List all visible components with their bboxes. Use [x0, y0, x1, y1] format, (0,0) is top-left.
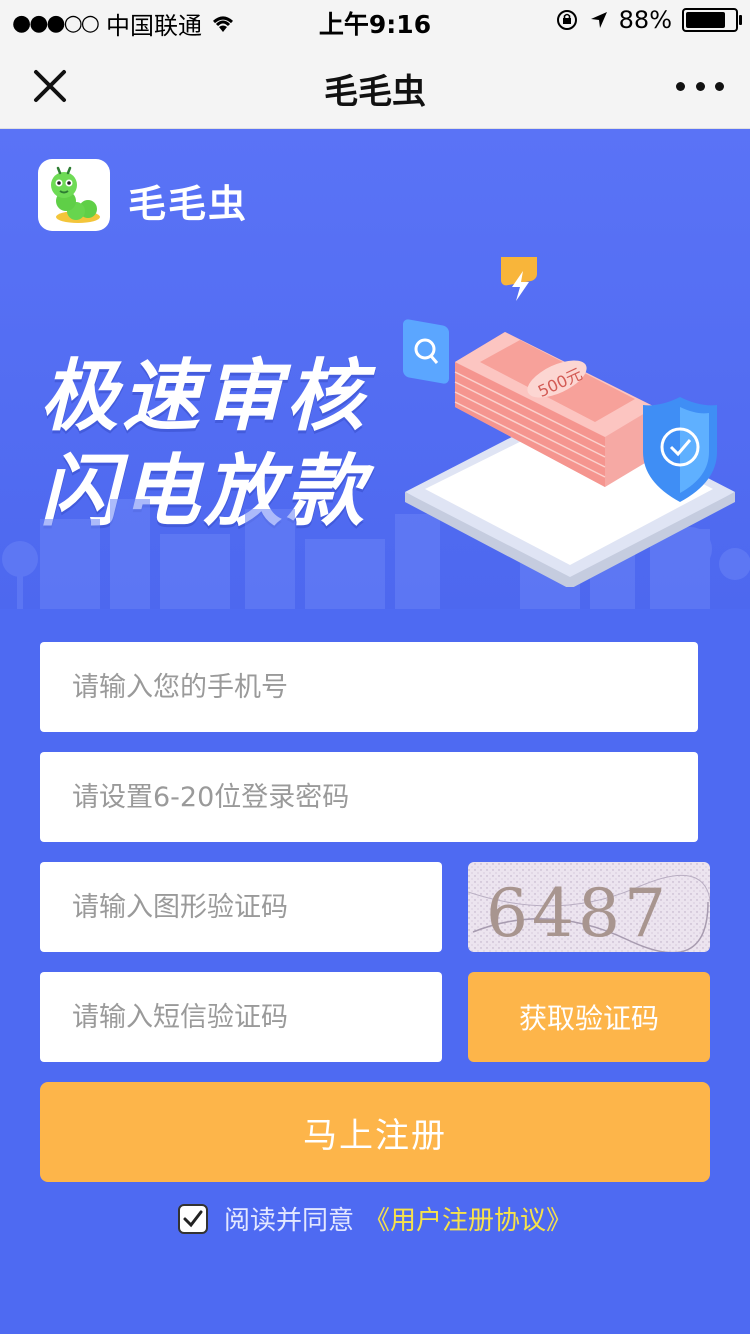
phone-field[interactable]	[40, 642, 698, 732]
captcha-code: 6487	[486, 875, 670, 952]
lightning-icon	[501, 257, 537, 301]
agreement-link[interactable]: 《用户注册协议》	[364, 1200, 572, 1237]
rotation-lock-icon	[556, 10, 577, 30]
agreement-row: 阅读并同意 《用户注册协议》	[0, 1200, 750, 1237]
status-right: 88%	[555, 6, 742, 34]
app-logo	[38, 159, 110, 231]
get-sms-code-button[interactable]: 获取验证码	[468, 972, 710, 1062]
magnifier-icon	[403, 319, 449, 384]
location-arrow-icon	[590, 12, 607, 28]
battery-percent: 88%	[618, 6, 672, 34]
register-button[interactable]: 马上注册	[40, 1082, 710, 1182]
agreement-text: 阅读并同意	[223, 1206, 354, 1236]
status-bar: ●●●○○ 中国联通 上午9:16 88%	[0, 0, 750, 40]
password-field[interactable]	[40, 752, 698, 842]
sms-code-field[interactable]	[40, 972, 442, 1062]
navigation-bar: 毛毛虫	[0, 40, 750, 129]
money-phone-illustration: 500元	[403, 257, 735, 587]
captcha-image[interactable]: 6487	[468, 862, 710, 952]
more-options-icon[interactable]	[676, 62, 724, 110]
password-input[interactable]	[70, 780, 698, 814]
hero-banner: 毛毛虫 极速审核 闪电放款 500元	[0, 129, 750, 609]
sms-code-input[interactable]	[70, 1000, 442, 1034]
captcha-field[interactable]	[40, 862, 442, 952]
caterpillar-icon	[51, 166, 100, 223]
checkmark-icon	[183, 1210, 203, 1227]
agree-checkbox[interactable]	[177, 1203, 208, 1234]
captcha-input[interactable]	[70, 890, 442, 924]
battery-icon	[682, 8, 742, 32]
brand-name: 毛毛虫	[128, 182, 249, 226]
phone-input[interactable]	[70, 670, 698, 704]
page-title: 毛毛虫	[324, 72, 426, 112]
